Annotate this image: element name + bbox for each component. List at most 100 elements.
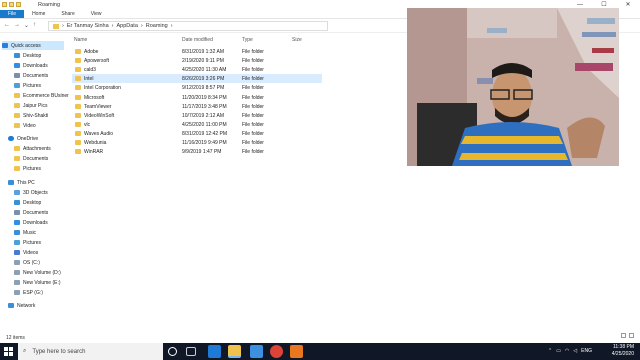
mail-icon[interactable] [250,345,263,358]
sidebar-item-quick-access[interactable]: Quick access [2,41,64,50]
app-icon[interactable] [290,345,303,358]
file-type: File folder [242,67,264,74]
star-icon [2,43,8,48]
task-view-icon[interactable] [186,347,196,356]
tab-home[interactable]: Home [24,10,53,18]
sidebar-item-downloads[interactable]: Downloads [14,61,48,70]
address-bar[interactable]: › Er Tanmay Sinha › AppData › Roaming › [48,21,328,31]
sidebar-item-drive-g[interactable]: ESP (G:) [14,288,43,297]
large-icons-view-icon[interactable] [629,333,634,338]
forward-arrow-icon[interactable]: → [14,22,20,29]
tab-view[interactable]: View [83,10,110,18]
file-explorer-icon[interactable] [228,345,241,358]
table-row[interactable]: Waves Audio 8/31/2019 12:42 PM File folder [72,129,322,138]
table-row[interactable]: Adobe 8/31/2019 1:32 AM File folder [72,47,322,56]
start-button[interactable] [0,343,18,360]
tab-file[interactable]: File [0,10,25,18]
sidebar-item-drive-c[interactable]: OS (C:) [14,258,40,267]
sidebar-item-music[interactable]: Music [14,228,36,237]
document-icon [14,210,20,215]
status-item-count: 12 items [6,335,25,341]
sidebar-item-documents[interactable]: Documents [14,71,48,80]
file-name: Intel Corporation [84,85,121,92]
table-row[interactable]: Microsoft 11/20/2019 8:34 PM File folder [72,93,322,102]
taskbar: ⌕ Type here to search ⌃ ▭ ◠ ◁ ENG 11:38 … [0,343,640,360]
sidebar-item-jaipur-pics[interactable]: Jaipur Pics [14,101,47,110]
sidebar-item-video[interactable]: Video [14,121,36,130]
volume-icon[interactable]: ◁ [573,348,577,354]
details-view-icon[interactable] [621,333,626,338]
breadcrumb-user[interactable]: Er Tanmay Sinha [67,23,109,29]
wifi-icon[interactable]: ◠ [565,348,569,354]
sidebar-item-desktop[interactable]: Desktop [14,51,41,60]
sidebar-item-pc-documents[interactable]: Documents [14,208,48,217]
up-arrow-icon[interactable]: ↑ [33,22,36,29]
clock-date: 4/25/2020 [611,351,634,357]
chevron-right-icon: › [111,23,114,29]
column-type[interactable]: Type [242,37,253,43]
sidebar-item-onedrive-pictures[interactable]: Pictures [14,164,41,173]
file-date: 9/12/2019 8:57 PM [182,85,225,92]
sidebar-item-onedrive-documents[interactable]: Documents [14,154,48,163]
folder-icon [53,23,59,29]
desktop-icon [14,53,20,58]
file-type: File folder [242,149,264,156]
file-name: vlc [84,121,91,128]
column-name[interactable]: Name [74,37,87,43]
folder-icon [75,94,81,100]
table-row[interactable]: vlc 4/25/2020 11:00 PM File folder [72,120,322,129]
language-indicator[interactable]: ENG [581,348,592,354]
column-size[interactable]: Size [292,37,302,43]
folder-icon [14,123,20,128]
file-date: 8/31/2019 1:32 AM [182,49,224,55]
sidebar-item-attachments[interactable]: Attachments [14,144,51,153]
sidebar-item-pc-desktop[interactable]: Desktop [14,198,41,207]
folder-icon [14,93,20,98]
close-button[interactable]: ✕ [616,0,640,10]
sidebar-item-videos[interactable]: Videos [14,248,38,257]
webcam-overlay [407,8,619,166]
table-row[interactable]: cald3 4/25/2020 11:30 AM File folder [72,65,322,74]
file-type: File folder [242,121,264,128]
back-arrow-icon[interactable]: ← [4,22,10,29]
sidebar-item-drive-d[interactable]: New Volume (D:) [14,268,61,277]
sidebar-item-shiv-shakti[interactable]: Shiv-Shakti [14,111,48,120]
chevron-right-icon: › [170,23,173,29]
chevron-down-icon[interactable]: ⌄ [24,22,29,29]
chrome-icon[interactable] [270,345,283,358]
table-row[interactable]: Webdunia 11/16/2019 9:49 PM File folder [72,138,322,147]
table-row[interactable]: Apowersoft 2/19/2020 9:11 PM File folder [72,56,322,65]
clock[interactable]: 11:38 PM 4/25/2020 [612,344,634,358]
tab-share[interactable]: Share [53,10,82,18]
pictures-icon [14,240,20,245]
chevron-right-icon: › [62,23,64,29]
table-row[interactable]: Intel Corporation 9/12/2019 8:57 PM File f… [72,83,322,92]
sidebar-item-pictures[interactable]: Pictures [14,81,41,90]
breadcrumb-appdata[interactable]: AppData [116,23,137,29]
sidebar-item-onedrive[interactable]: OneDrive [8,134,38,143]
folder-icon [75,130,81,136]
breadcrumb-roaming[interactable]: Roaming [146,23,168,29]
edge-icon[interactable] [208,345,221,358]
sidebar-item-network[interactable]: Network [8,301,35,310]
column-date-modified[interactable]: Date modified [182,37,213,43]
folder-icon [14,103,20,108]
file-type: File folder [242,130,264,137]
cortana-icon[interactable] [168,347,177,356]
battery-icon[interactable]: ▭ [556,348,561,354]
sidebar-item-pc-downloads[interactable]: Downloads [14,218,48,227]
file-type: File folder [242,85,264,92]
sidebar-item-drive-e[interactable]: New Volume (E:) [14,278,61,287]
taskbar-search[interactable]: ⌕ Type here to search [18,343,163,360]
sidebar-item-3d-objects[interactable]: 3D Objects [14,188,48,197]
table-row[interactable]: TeamViewer 11/17/2019 3:48 PM File folder [72,102,322,111]
computer-icon [8,180,14,185]
quick-access-toolbar[interactable] [2,2,32,8]
table-row[interactable]: WinRAR 9/9/2019 1:47 PM File folder [72,147,322,156]
sidebar-item-ecommerce[interactable]: Ecommerce BUsiner [14,91,69,100]
sidebar-item-pc-pictures[interactable]: Pictures [14,238,41,247]
sidebar-item-this-pc[interactable]: This PC [8,178,35,187]
chevron-up-icon[interactable]: ⌃ [548,348,552,354]
table-row[interactable]: Intel 8/26/2019 3:26 PM File folder [72,74,322,84]
table-row[interactable]: VideoWinSoft 10/7/2019 2:12 AM File folder [72,111,322,120]
